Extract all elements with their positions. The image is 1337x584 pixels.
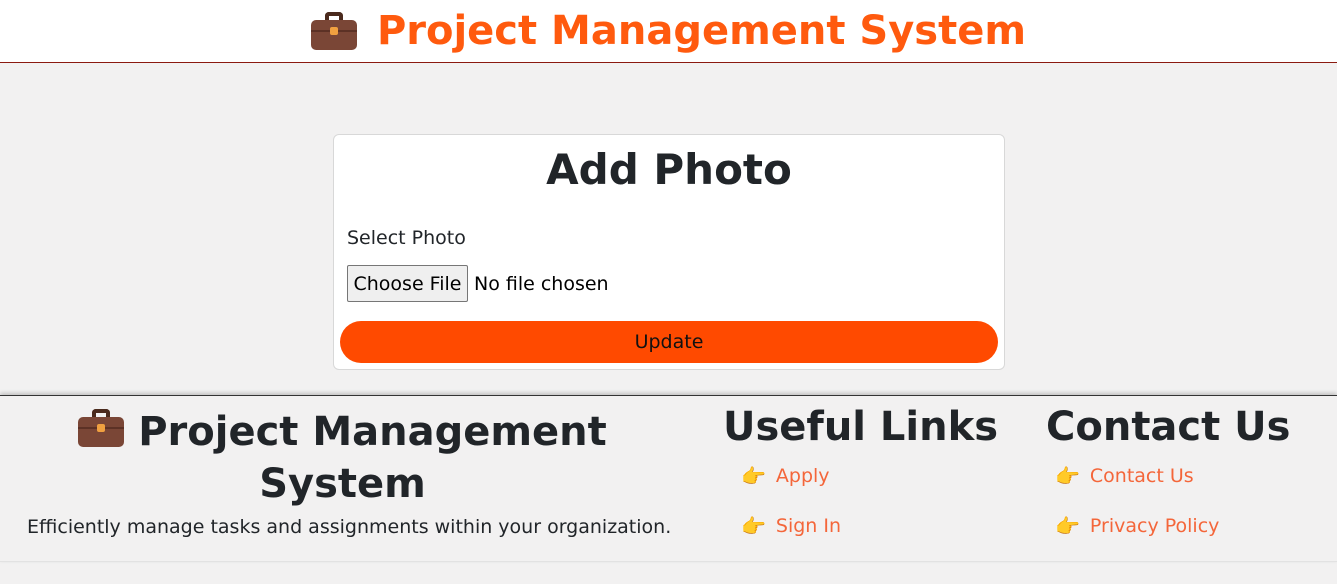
pointing-hand-icon: 👉 bbox=[1055, 514, 1080, 538]
file-input[interactable]: Choose File No file chosen bbox=[347, 265, 609, 302]
add-photo-card: Add Photo Select Photo Choose File No fi… bbox=[333, 134, 1005, 370]
footer-link-apply[interactable]: 👉 Apply bbox=[741, 464, 830, 488]
footer-link-sign-in[interactable]: 👉 Sign In bbox=[741, 514, 841, 538]
select-photo-label: Select Photo bbox=[347, 227, 466, 249]
page-title: Add Photo bbox=[546, 145, 792, 194]
pointing-hand-icon: 👉 bbox=[1055, 464, 1080, 488]
choose-file-button[interactable]: Choose File bbox=[347, 265, 468, 302]
pointing-hand-icon: 👉 bbox=[741, 464, 766, 488]
briefcase-icon bbox=[78, 409, 125, 447]
site-footer: Project Management System Efficiently ma… bbox=[0, 395, 1337, 562]
site-title[interactable]: Project Management System bbox=[377, 8, 1026, 54]
contact-us-heading: Contact Us bbox=[1046, 404, 1291, 450]
briefcase-icon bbox=[310, 12, 357, 50]
file-status-text: No file chosen bbox=[474, 272, 609, 295]
footer-description: Efficiently manage tasks and assignments… bbox=[27, 516, 672, 538]
footer-brand-title: Project Management System bbox=[138, 409, 607, 507]
site-header: Project Management System bbox=[0, 0, 1337, 63]
useful-links-heading: Useful Links bbox=[723, 404, 999, 450]
footer-link-contact-us[interactable]: 👉 Contact Us bbox=[1055, 464, 1194, 488]
pointing-hand-icon: 👉 bbox=[741, 514, 766, 538]
update-button[interactable]: Update bbox=[340, 321, 998, 363]
footer-brand: Project Management System bbox=[0, 406, 685, 510]
footer-link-privacy-policy[interactable]: 👉 Privacy Policy bbox=[1055, 514, 1219, 538]
